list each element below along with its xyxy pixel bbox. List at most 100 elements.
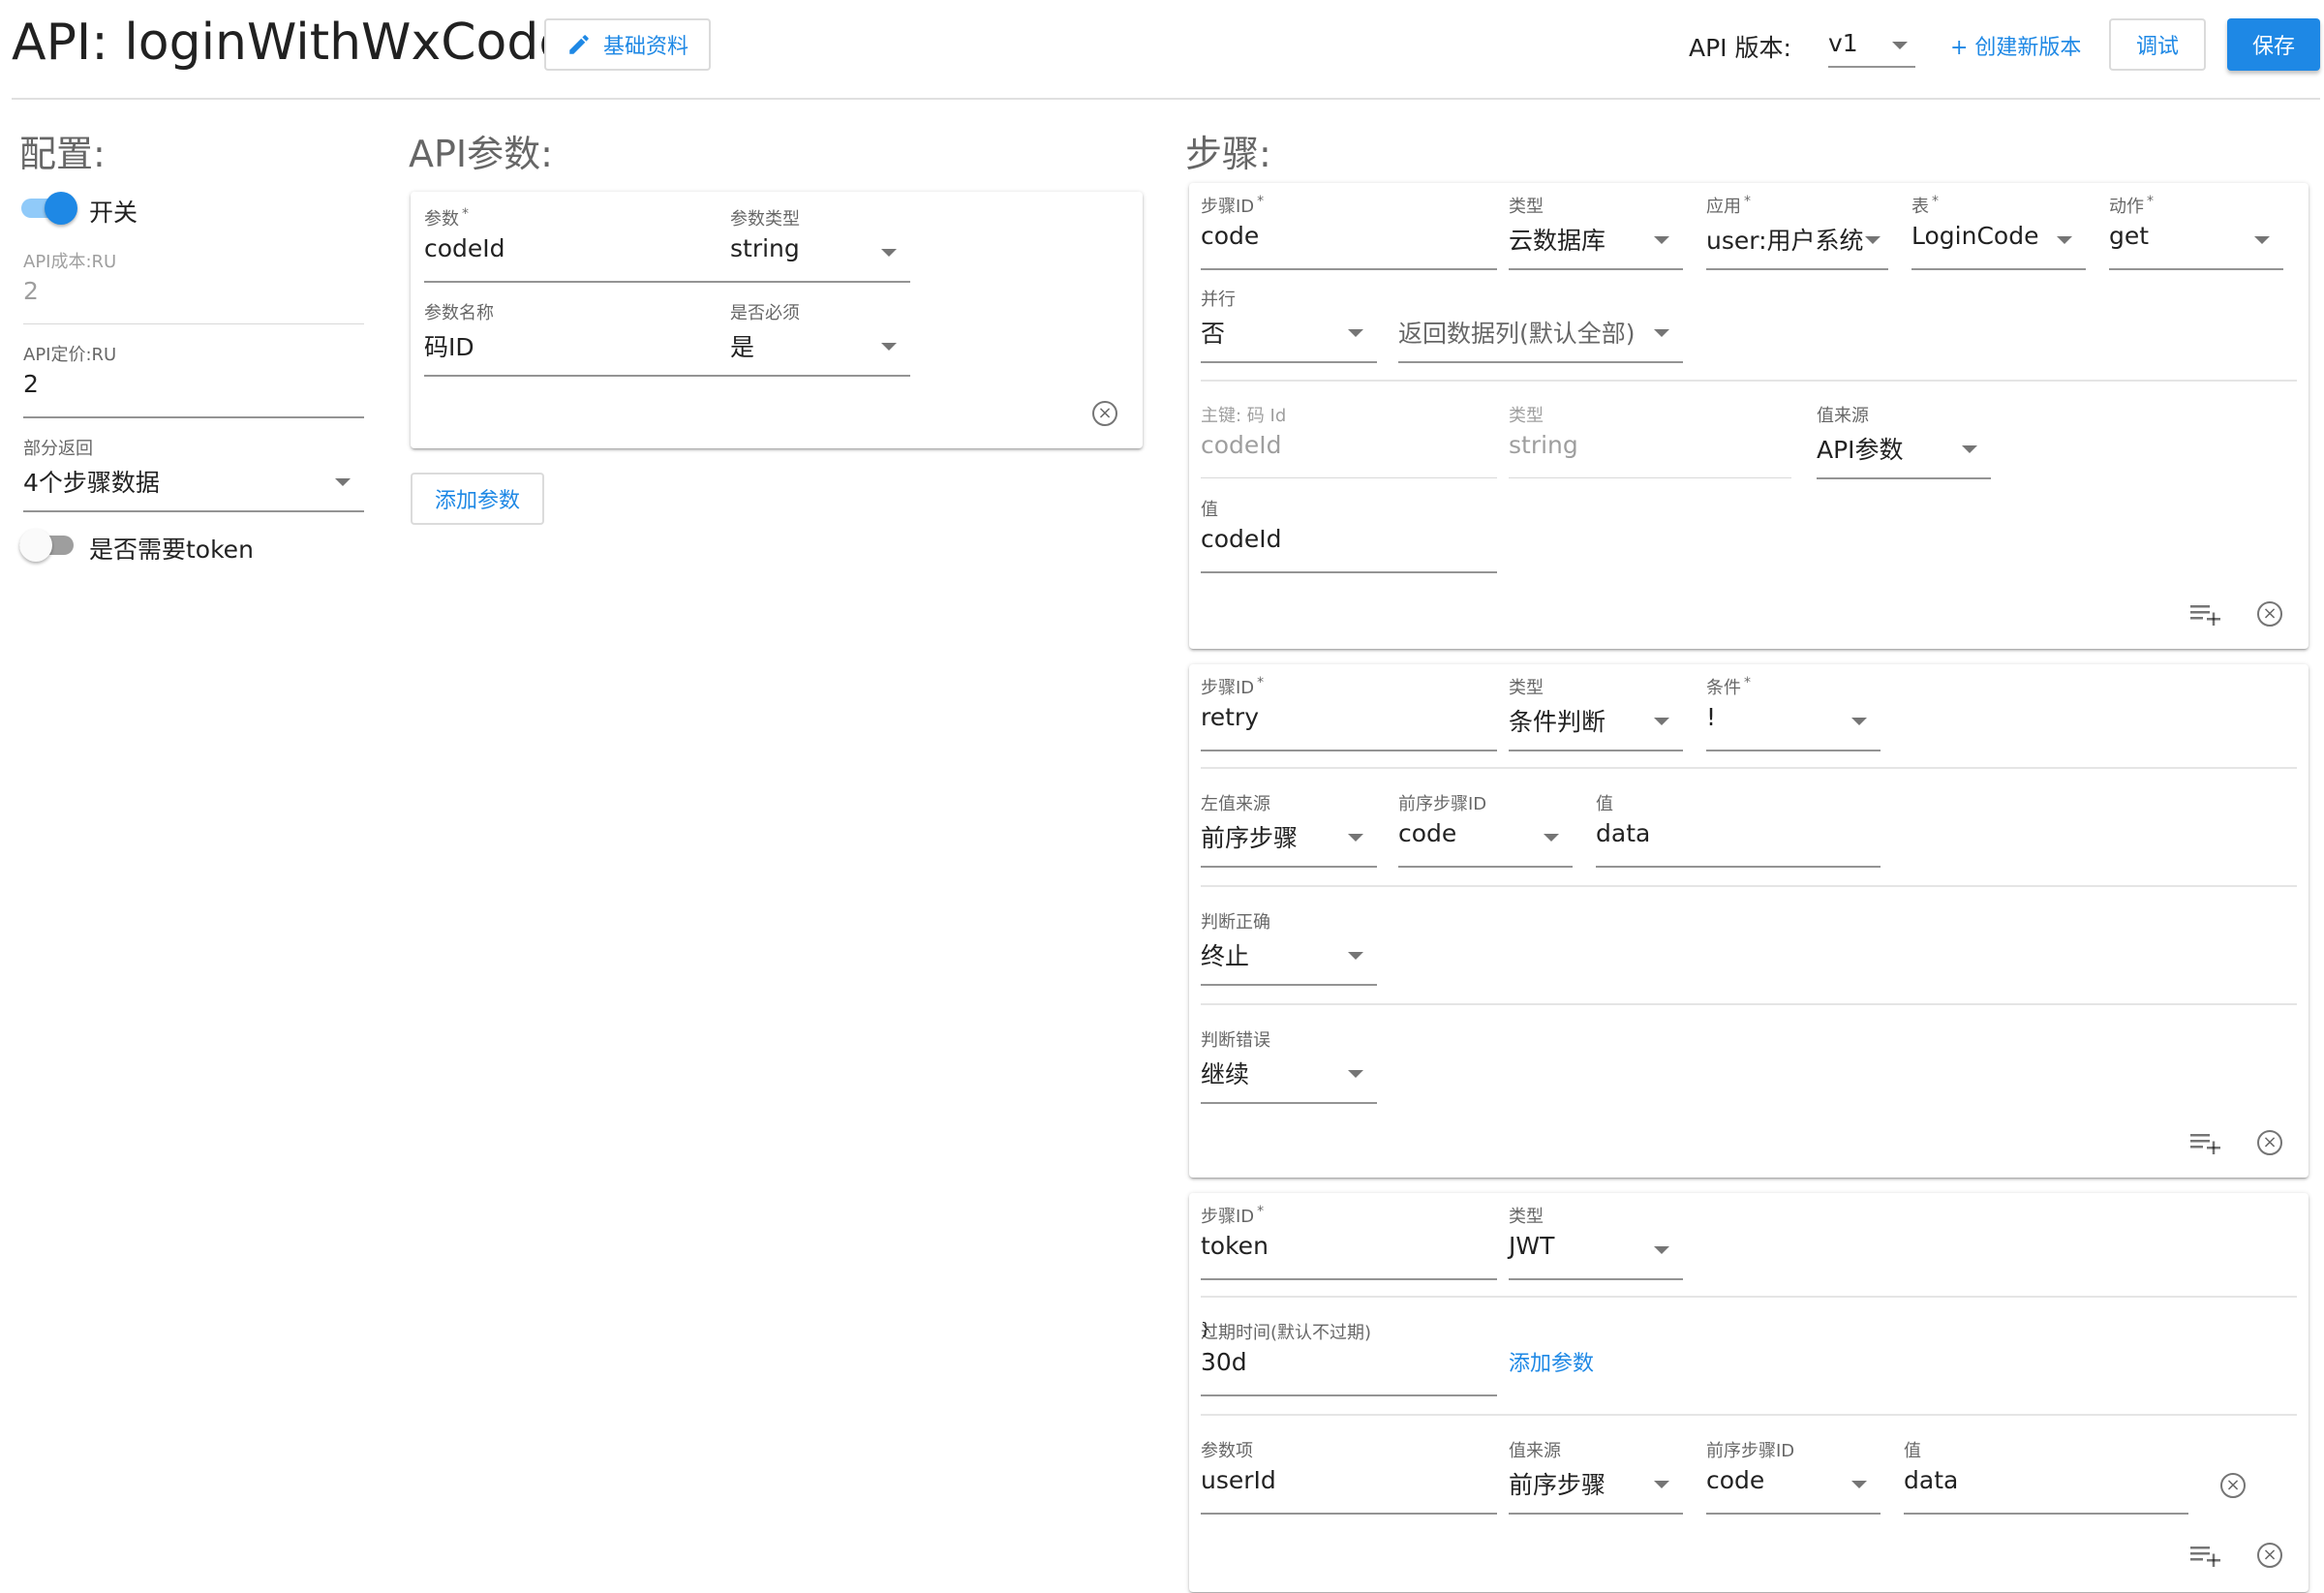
table-select[interactable]: 表 * LoginCode [1911,193,2086,272]
edit-icon [566,32,592,57]
value-value: data [1596,819,1651,847]
token-switch-label: 是否需要token [89,536,254,564]
api-param-card: 参数 * codeId 参数类型 string 参数名称 码ID 是否必须 是 × [411,192,1143,448]
value-source-select[interactable]: 值来源 API参数 [1817,402,1991,481]
judge-true-value: 终止 [1201,942,1250,970]
judge-false-value: 继续 [1201,1060,1250,1088]
dropdown-caret-icon [1544,834,1559,842]
dropdown-caret-icon [2057,236,2072,244]
param-name-field[interactable]: 参数名称 码ID [424,299,730,379]
dropdown-caret-icon [1892,42,1908,49]
step-divider [1201,767,2297,769]
table-label: 表 [1911,197,1929,217]
add-jwt-param-button[interactable]: 添加参数 [1509,1346,1594,1377]
condition-label: 条件 [1706,678,1741,698]
parallel-label: 并行 [1201,290,1236,310]
judge-true-select[interactable]: 判断正确 终止 [1201,908,1377,988]
step-id-value: code [1201,222,1260,250]
dropdown-caret-icon [1654,236,1669,244]
create-version-button[interactable]: + 创建新版本 [1950,30,2081,61]
expire-label: 过期时间(默认不过期) [1201,1323,1372,1343]
api-version-label: API 版本: [1689,34,1791,62]
prev-step-label: 前序步骤ID [1706,1441,1795,1461]
add-param-button[interactable]: 添加参数 [411,473,544,525]
step-type-select[interactable]: 类型 JWT [1509,1203,1683,1282]
expire-field[interactable]: 过期时间(默认不过期) 30d } [1201,1319,1497,1398]
step-type-value: 云数据库 [1509,227,1606,255]
save-button[interactable]: 保存 [2227,18,2320,71]
app-select[interactable]: 应用 * user:用户系统 [1706,193,1888,272]
param-required-select[interactable]: 是否必须 是 [730,299,910,379]
remove-step-icon[interactable]: × [2257,1543,2282,1568]
partial-return-select[interactable]: 部分返回 4个步骤数据 [23,435,364,514]
param-item-field[interactable]: 参数项 userId [1201,1437,1497,1516]
basic-info-button[interactable]: 基础资料 [544,18,711,71]
step-id-value: retry [1201,703,1259,731]
app-value: user:用户系统 [1706,227,1864,255]
token-switch[interactable] [19,529,77,562]
prev-step-select[interactable]: 前序步骤ID code [1706,1437,1881,1516]
param-name-value: 码ID [424,333,474,361]
expire-value: 30d [1201,1348,1247,1376]
value-field[interactable]: 值 data [1596,790,1881,870]
debug-button[interactable]: 调试 [2109,18,2206,71]
param-type-value: string [730,234,800,262]
enable-switch[interactable] [21,192,79,225]
dropdown-caret-icon [881,249,897,257]
dropdown-caret-icon [881,343,897,351]
api-version-select[interactable]: v1 [1828,0,1915,77]
api-price-value: 2 [23,370,39,398]
step-divider [1201,1296,2297,1298]
step-type-select[interactable]: 类型 云数据库 [1509,193,1683,272]
action-select[interactable]: 动作 * get [2109,193,2283,272]
action-label: 动作 [2109,197,2144,217]
remove-param-icon[interactable]: × [1092,401,1117,426]
remove-step-icon[interactable]: × [2257,601,2282,627]
primary-key-label: 主键: 码 Id [1201,406,1287,426]
value-field[interactable]: 值 data [1904,1437,2188,1516]
playlist-add-icon[interactable] [2188,601,2221,627]
config-title: 配置: [19,133,106,175]
parallel-select[interactable]: 并行 否 [1201,286,1377,365]
judge-true-label: 判断正确 [1201,912,1270,933]
param-type-select[interactable]: 参数类型 string [730,205,910,285]
step-type-value: 条件判断 [1509,708,1606,736]
partial-return-value: 4个步骤数据 [23,469,160,497]
key-type-label: 类型 [1509,406,1544,426]
step-type-select[interactable]: 类型 条件判断 [1509,674,1683,753]
condition-select[interactable]: 条件 * ! [1706,674,1881,753]
remove-step-icon[interactable]: × [2257,1130,2282,1155]
step-card-token: 步骤ID * token 类型 JWT 过期时间(默认不过期) 30d } 添加参… [1189,1193,2309,1592]
steps-title: 步骤: [1185,133,1271,175]
step-divider [1201,885,2297,887]
step-type-label: 类型 [1509,197,1544,217]
step-type-label: 类型 [1509,678,1544,698]
param-item-value: userId [1201,1466,1276,1494]
step-id-field[interactable]: 步骤ID * code [1201,193,1497,272]
param-field[interactable]: 参数 * codeId [424,205,730,285]
dropdown-caret-icon [1851,1481,1867,1488]
value-field[interactable]: 值 codeId [1201,496,1497,575]
judge-false-select[interactable]: 判断错误 继续 [1201,1026,1377,1106]
prev-step-label: 前序步骤ID [1398,794,1487,814]
step-divider [1201,380,2297,382]
value-source-select[interactable]: 值来源 前序步骤 [1509,1437,1683,1516]
playlist-add-icon[interactable] [2188,1130,2221,1155]
header-divider [12,98,2320,100]
step-id-field[interactable]: 步骤ID * retry [1201,674,1497,753]
api-cost-label: API成本:RU [23,252,117,272]
playlist-add-icon[interactable] [2188,1543,2221,1568]
value-source-value: API参数 [1817,436,1904,464]
left-source-label: 左值来源 [1201,794,1270,814]
dropdown-caret-icon [1865,236,1881,244]
switch-thumb [45,192,77,225]
step-id-field[interactable]: 步骤ID * token [1201,1203,1497,1282]
step-type-value: JWT [1509,1232,1555,1260]
api-price-field[interactable]: API定价:RU 2 [23,341,364,420]
left-source-select[interactable]: 左值来源 前序步骤 [1201,790,1377,870]
prev-step-select[interactable]: 前序步骤ID code [1398,790,1573,870]
return-columns-select[interactable]: 返回数据列(默认全部) [1398,286,1683,365]
remove-param-item-icon[interactable]: × [2220,1473,2246,1498]
partial-return-label: 部分返回 [23,439,93,459]
primary-key-field: 主键: 码 Id codeId [1201,402,1497,481]
